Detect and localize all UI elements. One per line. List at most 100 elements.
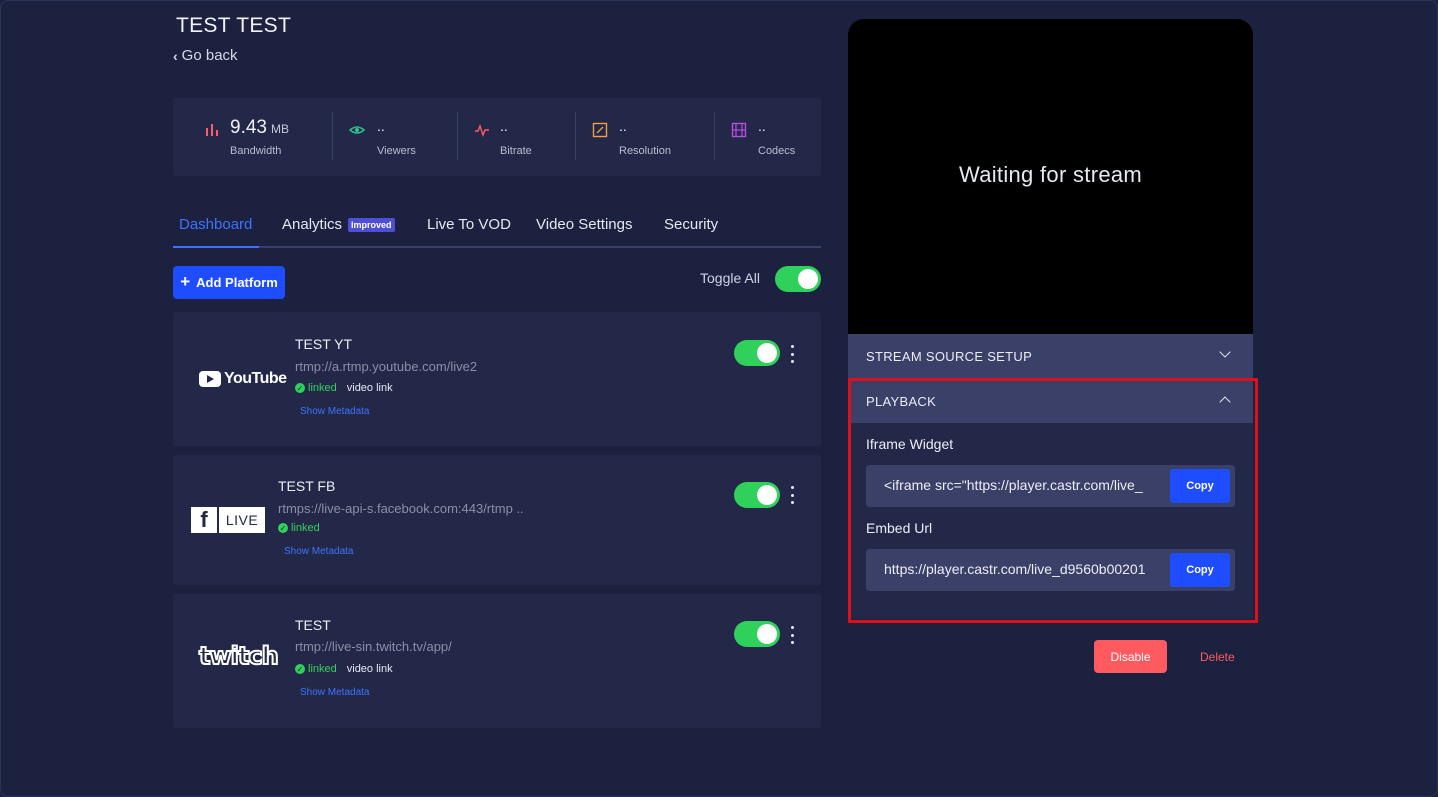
- stat-value: ..: [500, 118, 508, 134]
- go-back-link[interactable]: ‹ Go back: [173, 47, 238, 64]
- tab-label: Video Settings: [536, 216, 633, 233]
- platform-status: ✓ linked video link: [295, 663, 393, 675]
- stats-bar: 9.43 MB Bandwidth .. Viewers .. Bitrate .…: [173, 98, 821, 176]
- embed-url-label: Embed Url: [866, 520, 933, 536]
- platform-name: TEST: [295, 617, 331, 633]
- stream-source-setup-header[interactable]: STREAM SOURCE SETUP: [848, 334, 1253, 378]
- tab-label: Security: [664, 216, 719, 233]
- check-icon: ✓: [295, 664, 305, 674]
- youtube-logo: YouTube: [199, 370, 287, 388]
- tab-security[interactable]: Security: [664, 216, 718, 233]
- add-platform-button[interactable]: + Add Platform: [173, 266, 285, 299]
- disable-button[interactable]: Disable: [1094, 640, 1167, 673]
- show-metadata-link[interactable]: Show Metadata: [300, 687, 370, 698]
- platform-card-youtube: YouTube TEST YT rtmp://a.rtmp.youtube.co…: [173, 312, 821, 446]
- pulse-icon: [475, 123, 489, 138]
- plus-icon: +: [180, 271, 191, 291]
- stat-value: ..: [758, 118, 766, 134]
- divider: [332, 112, 333, 160]
- iframe-widget-value[interactable]: <iframe src="https://player.castr.com/li…: [884, 477, 1160, 493]
- platform-url: rtmp://a.rtmp.youtube.com/live2: [295, 359, 478, 374]
- stat-label: Codecs: [758, 145, 796, 157]
- tab-video-settings[interactable]: Video Settings: [536, 216, 632, 233]
- accordion-title: STREAM SOURCE SETUP: [866, 348, 1033, 364]
- youtube-wordmark: YouTube: [224, 370, 287, 387]
- chevron-down-icon: [1219, 346, 1231, 358]
- platform-url: rtmp://live-sin.twitch.tv/app/: [295, 639, 452, 654]
- video-link[interactable]: video link: [347, 663, 393, 675]
- eye-icon: [349, 126, 365, 134]
- more-options-icon[interactable]: [787, 345, 797, 363]
- platform-toggle[interactable]: [734, 340, 780, 366]
- improved-badge: Improved: [348, 217, 395, 232]
- copy-embed-button[interactable]: Copy: [1170, 553, 1230, 587]
- film-icon: [731, 122, 747, 138]
- show-metadata-link[interactable]: Show Metadata: [284, 546, 354, 557]
- stat-value: ..: [619, 118, 627, 134]
- embed-url-value[interactable]: https://player.castr.com/live_d9560b0020…: [884, 561, 1160, 577]
- live-wordmark: LIVE: [219, 507, 265, 533]
- check-icon: ✓: [295, 383, 305, 393]
- copy-iframe-button[interactable]: Copy: [1170, 469, 1230, 503]
- delete-link[interactable]: Delete: [1200, 650, 1235, 664]
- toggle-all-switch[interactable]: [775, 266, 821, 292]
- accordion-title: PLAYBACK: [866, 393, 937, 409]
- twitch-logo: twitch: [198, 641, 280, 671]
- show-metadata-link[interactable]: Show Metadata: [300, 406, 370, 417]
- stat-label: Bandwidth: [230, 145, 282, 157]
- tab-label: Live To VOD: [427, 216, 511, 233]
- tab-dashboard[interactable]: Dashboard: [179, 216, 252, 233]
- more-options-icon[interactable]: [787, 626, 797, 644]
- more-options-icon[interactable]: [787, 486, 797, 504]
- add-platform-label: Add Platform: [196, 275, 278, 290]
- iframe-widget-label: Iframe Widget: [866, 436, 954, 452]
- platform-url: rtmps://live-api-s.facebook.com:443/rtmp…: [278, 501, 524, 516]
- switch-knob: [757, 343, 777, 363]
- platform-status: ✓ linked: [278, 522, 320, 534]
- chevron-up-icon: [1219, 396, 1231, 408]
- divider: [714, 112, 715, 160]
- video-player[interactable]: Waiting for stream: [848, 19, 1253, 334]
- playback-header[interactable]: PLAYBACK: [848, 379, 1253, 423]
- active-tab-indicator: [173, 246, 259, 248]
- platform-card-twitch: twitch TEST rtmp://live-sin.twitch.tv/ap…: [173, 594, 821, 728]
- toggle-all-label: Toggle All: [700, 270, 760, 286]
- facebook-live-logo: f LIVE: [191, 507, 265, 533]
- tab-label: Analytics: [282, 216, 343, 233]
- stat-value: ..: [377, 118, 385, 134]
- divider: [575, 112, 576, 160]
- chevron-left-icon: ‹: [173, 47, 178, 64]
- go-back-label: Go back: [181, 47, 238, 64]
- platform-name: TEST FB: [278, 478, 336, 494]
- bar-chart-icon: [206, 124, 218, 136]
- platform-toggle[interactable]: [734, 482, 780, 508]
- switch-knob: [757, 485, 777, 505]
- tab-live-to-vod[interactable]: Live To VOD: [427, 216, 511, 233]
- tab-analytics[interactable]: Analytics Improved: [282, 216, 395, 233]
- stat-value: 9.43: [230, 117, 267, 138]
- page-title: TEST TEST: [176, 14, 292, 37]
- embed-url-field[interactable]: https://player.castr.com/live_d9560b0020…: [866, 549, 1235, 591]
- stat-label: Viewers: [377, 145, 416, 157]
- facebook-icon: f: [191, 507, 217, 533]
- linked-label: linked: [308, 382, 337, 394]
- linked-label: linked: [308, 663, 337, 675]
- video-link[interactable]: video link: [347, 382, 393, 394]
- platform-card-facebook: f LIVE TEST FB rtmps://live-api-s.facebo…: [173, 455, 821, 585]
- tab-label: Dashboard: [179, 216, 253, 233]
- tab-bar: Dashboard Analytics Improved Live To VOD …: [173, 212, 821, 248]
- check-icon: ✓: [278, 523, 288, 533]
- stat-label: Resolution: [619, 145, 671, 157]
- switch-knob: [798, 269, 818, 289]
- player-status-text: Waiting for stream: [958, 162, 1143, 187]
- stat-unit: MB: [270, 122, 289, 136]
- divider: [457, 112, 458, 160]
- platform-name: TEST YT: [295, 336, 353, 352]
- platform-toggle[interactable]: [734, 621, 780, 647]
- linked-label: linked: [291, 522, 320, 534]
- platform-status: ✓ linked video link: [295, 382, 393, 394]
- resolution-icon: [592, 122, 608, 138]
- iframe-widget-field[interactable]: <iframe src="https://player.castr.com/li…: [866, 465, 1235, 507]
- switch-knob: [757, 624, 777, 644]
- stat-label: Bitrate: [500, 145, 532, 157]
